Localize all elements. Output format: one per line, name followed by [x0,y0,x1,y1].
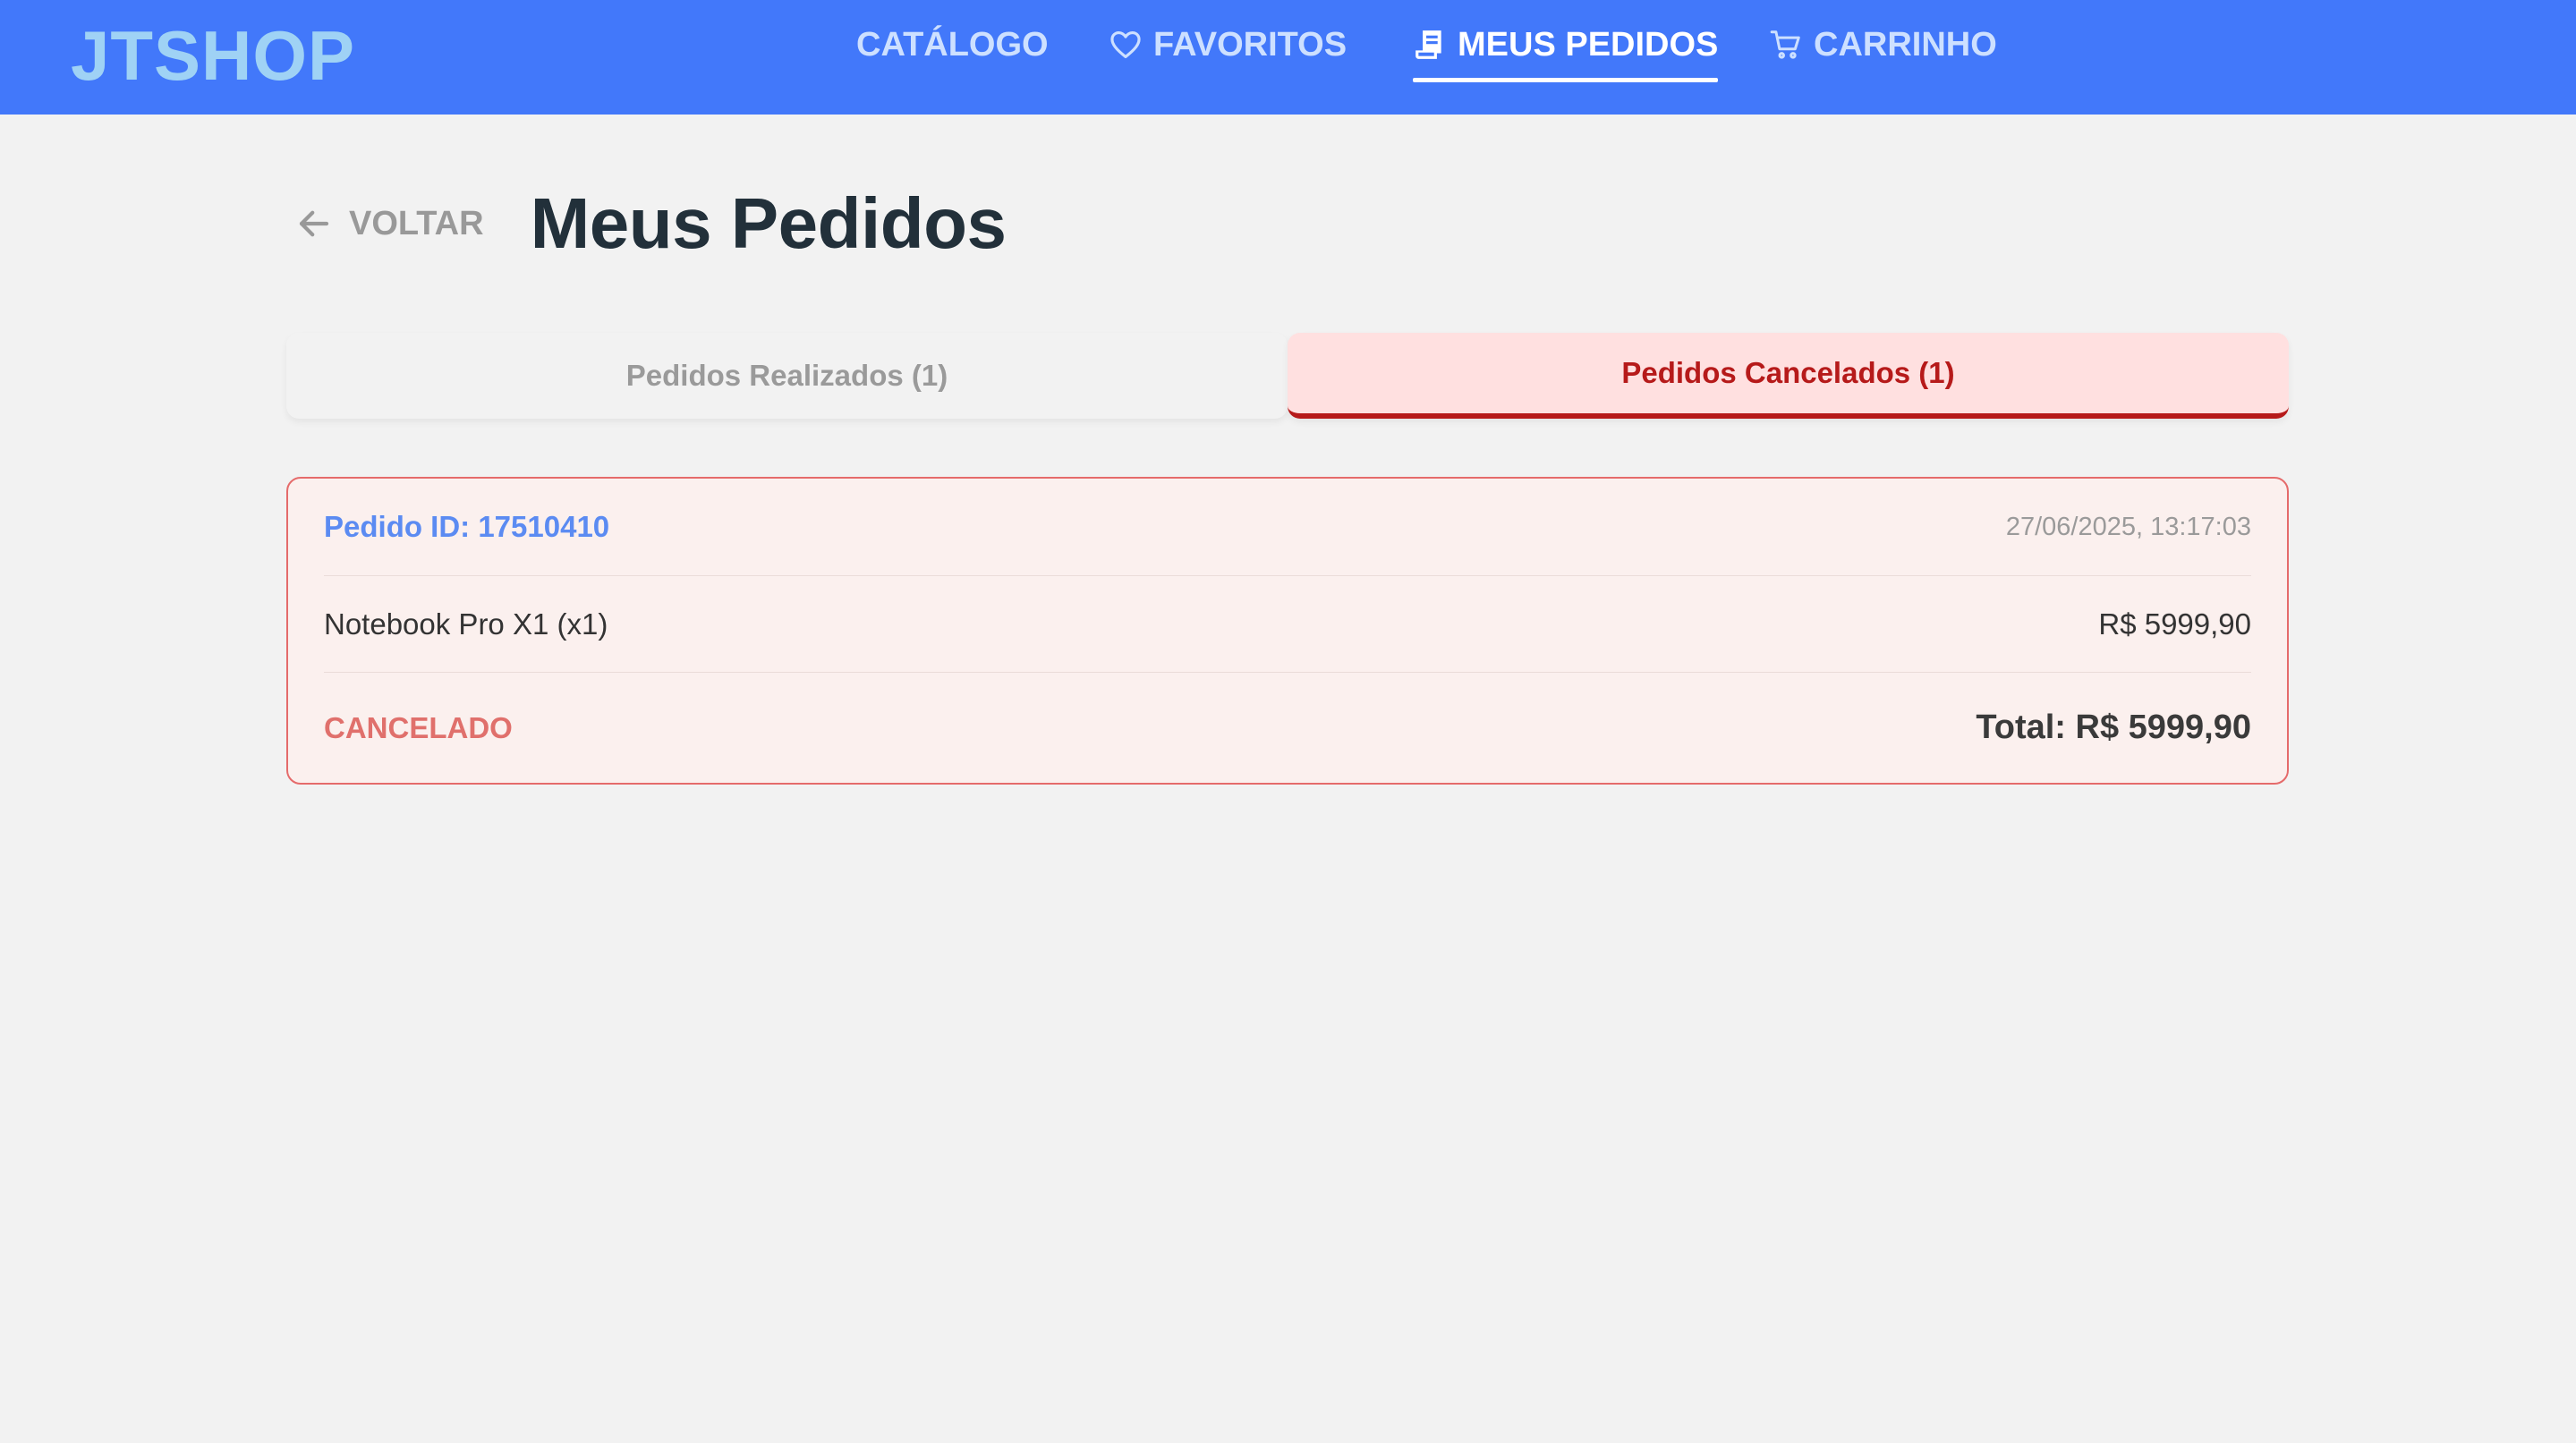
nav-favorites[interactable]: FAVORITOS [1109,0,1347,89]
order-card: Pedido ID: 17510410 27/06/2025, 13:17:03… [286,477,2289,785]
top-navbar: JTSHOP CATÁLOGO FAVORITOS MEUS PEDIDOS C… [0,0,2576,115]
main-nav: CATÁLOGO FAVORITOS MEUS PEDIDOS CARRINHO [0,0,2576,115]
order-line-item: Notebook Pro X1 (x1) R$ 5999,90 [324,576,2251,673]
nav-cart-label: CARRINHO [1814,25,1997,64]
order-total: Total: R$ 5999,90 [1976,709,2251,746]
order-id: Pedido ID: 17510410 [324,510,610,543]
nav-catalog[interactable]: CATÁLOGO [856,0,1049,89]
page-title: Meus Pedidos [530,183,1007,263]
tab-placed-orders[interactable]: Pedidos Realizados (1) [286,333,1288,419]
order-status-badge: CANCELADO [324,710,513,744]
orders-tabs: Pedidos Realizados (1) Pedidos Cancelado… [286,333,2289,419]
active-nav-underline [1413,78,1719,82]
nav-my-orders[interactable]: MEUS PEDIDOS [1413,0,1719,89]
nav-catalog-label: CATÁLOGO [856,25,1049,64]
back-button[interactable]: VOLTAR [295,205,484,243]
nav-cart[interactable]: CARRINHO [1769,0,1997,89]
page-header: VOLTAR Meus Pedidos [295,179,1007,268]
nav-my-orders-label: MEUS PEDIDOS [1458,25,1719,64]
order-item-price: R$ 5999,90 [2098,607,2251,641]
arrow-left-icon [295,205,333,242]
tab-cancelled-orders[interactable]: Pedidos Cancelados (1) [1288,333,2289,419]
order-date: 27/06/2025, 13:17:03 [2005,512,2251,541]
order-item-name: Notebook Pro X1 (x1) [324,607,608,641]
cart-icon [1769,28,1803,62]
receipt-icon [1413,28,1447,62]
heart-icon [1109,28,1143,62]
nav-favorites-label: FAVORITOS [1153,25,1348,64]
order-card-footer: CANCELADO Total: R$ 5999,90 [324,673,2251,783]
back-button-label: VOLTAR [349,204,484,242]
order-card-header: Pedido ID: 17510410 27/06/2025, 13:17:03 [324,479,2251,576]
